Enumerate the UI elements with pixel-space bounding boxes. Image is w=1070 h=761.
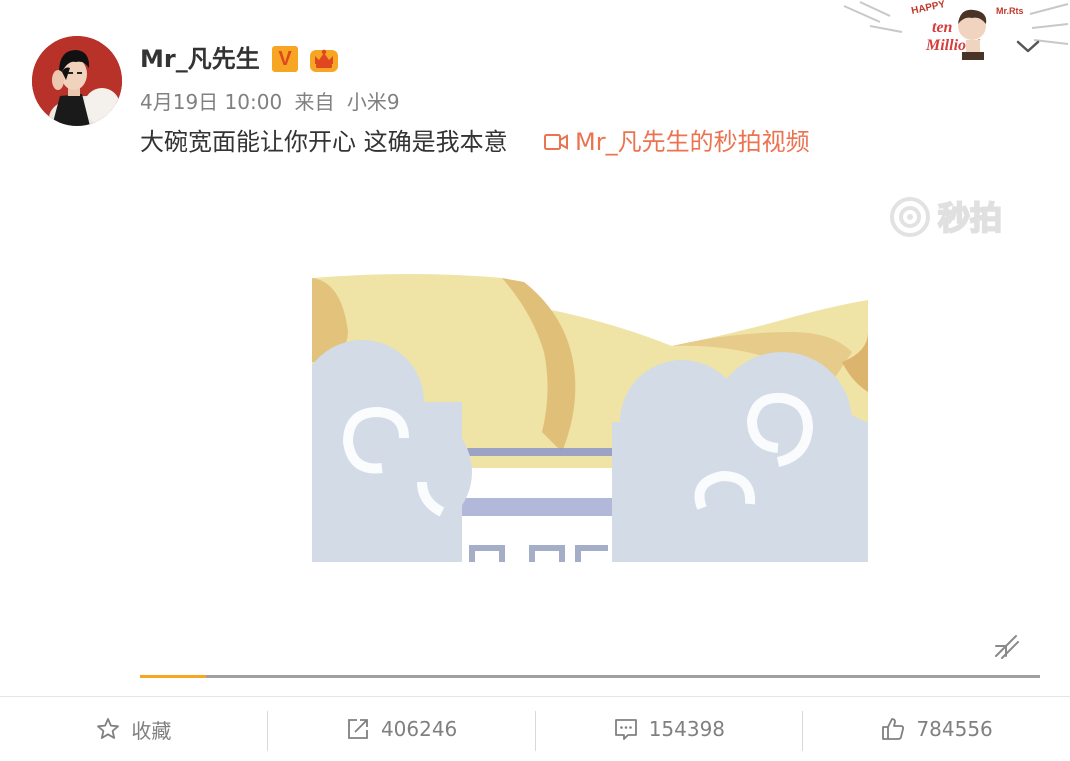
watermark-text: 秒拍 (938, 199, 1002, 237)
avatar-portrait (32, 36, 122, 126)
sticker-ten: ten (932, 19, 953, 36)
video-frame-image (312, 272, 868, 562)
comment-icon (614, 719, 637, 740)
video-progress-fill (140, 675, 206, 678)
verified-badge-icon: V (272, 46, 298, 72)
chevron-down-icon[interactable] (1014, 36, 1042, 56)
comment-count: 154398 (648, 717, 726, 741)
source-device[interactable]: 小米9 (347, 90, 400, 114)
post-text: 大碗宽面能让你开心 这确是我本意 (140, 128, 508, 156)
action-bar: 收藏 406246 154398 784556 (0, 696, 1070, 761)
video-progress-bar[interactable] (140, 675, 1040, 678)
video-link-label: Mr_凡先生的秒拍视频 (575, 128, 810, 156)
sticker-name: Mr.Rts (996, 6, 1024, 16)
thumbs-up-icon (882, 718, 905, 740)
comment-button[interactable]: 154398 (536, 697, 803, 761)
like-button[interactable]: 784556 (803, 697, 1070, 761)
like-count: 784556 (916, 717, 993, 741)
weibo-post: Mr_凡先生 V 4月19日 10:00 来自 小米9 大碗宽面能让你开心 这确… (0, 0, 1070, 696)
video-link[interactable]: Mr_凡先生的秒拍视频 (543, 124, 810, 160)
post-date[interactable]: 4月19日 10:00 (140, 90, 282, 114)
star-icon (97, 718, 120, 739)
favorite-button[interactable]: 收藏 (0, 697, 267, 761)
repost-button[interactable]: 406246 (268, 697, 535, 761)
exit-fullscreen-icon[interactable] (992, 632, 1020, 660)
avatar[interactable] (32, 36, 122, 126)
username[interactable]: Mr_凡先生 (140, 42, 260, 76)
favorite-label: 收藏 (131, 718, 172, 743)
crown-icon[interactable] (308, 44, 340, 74)
post-meta: 4月19日 10:00 来自 小米9 (140, 88, 406, 116)
repost-icon (348, 719, 368, 739)
video-camera-icon (544, 134, 568, 150)
repost-count: 406246 (380, 717, 458, 741)
sticker-happy: HAPPY (910, 0, 946, 17)
source-prefix: 来自 (294, 90, 335, 114)
miaopai-watermark: 秒拍 (890, 197, 1003, 238)
